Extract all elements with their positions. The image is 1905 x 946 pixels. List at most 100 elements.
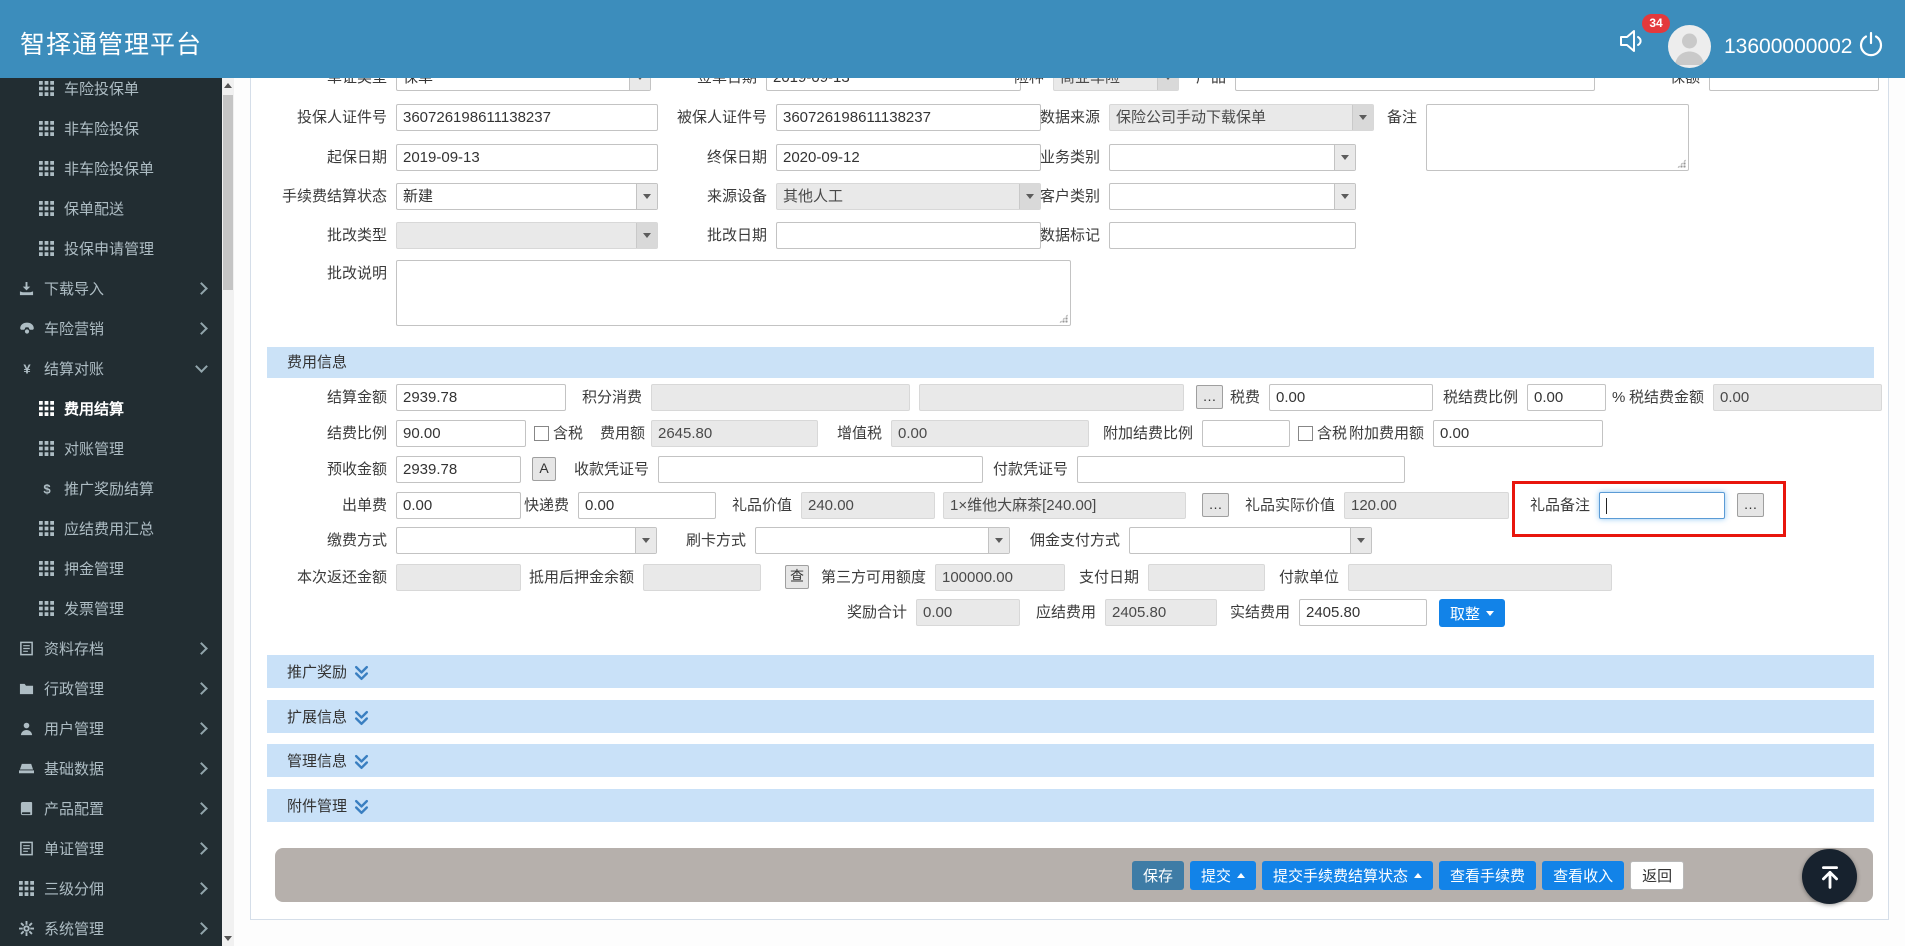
sidebar-item-4[interactable]: 投保申请管理 [0, 228, 222, 268]
chevron-right-icon [195, 722, 208, 735]
scrollbar-up-arrow[interactable] [222, 78, 234, 93]
sidebar-menu: 车险投保单 非车险投保 非车险投保单 保单配送 投保申请管理 下载导入 车险营销 ¥ 结算对账费… [0, 78, 222, 946]
sidebar-item-8[interactable]: 费用结算 [0, 388, 222, 428]
section-bar-label: 扩展信息 [287, 709, 348, 726]
chevron-right-icon [195, 842, 208, 855]
policy-form-card: 单证类型 保单 签单日期 2019-09-13 险种 商业车险 产品 保额 投保… [250, 78, 1889, 920]
sidebar-item-18[interactable]: 产品配置 [0, 788, 222, 828]
sidebar-item-3[interactable]: 保单配送 [0, 188, 222, 228]
sidebar-item-14[interactable]: 资料存档 [0, 628, 222, 668]
customer-type-label: 客户类别 [1039, 188, 1100, 205]
prepaid-amount-label: 预收金额 [326, 461, 387, 478]
action-button-label: 查看收入 [1553, 868, 1614, 885]
action-button-5[interactable]: 返回 [1630, 861, 1685, 890]
chevron-right-icon [195, 882, 208, 895]
sidebar-item-11[interactable]: 应结费用汇总 [0, 508, 222, 548]
chevron-right-icon [195, 282, 208, 295]
rounding-button[interactable]: 取整 [1439, 599, 1506, 627]
chevron-down-icon [1334, 145, 1355, 170]
notification-speaker-icon[interactable] [1616, 25, 1648, 57]
express-fee-label: 快递费 [523, 497, 569, 514]
sign-date-label: 签单日期 [557, 78, 757, 91]
sidebar: 车险投保单 非车险投保 非车险投保单 保单配送 投保申请管理 下载导入 车险营销 ¥ 结算对账费… [0, 78, 222, 946]
deposit-balance-label: 抵用后押金余额 [528, 569, 634, 586]
action-button-label: 提交手续费结算状态 [1273, 868, 1409, 885]
dollar-icon: $ [38, 481, 55, 496]
sidebar-item-0[interactable]: 车险投保单 [0, 78, 222, 108]
sidebar-item-9[interactable]: 对账管理 [0, 428, 222, 468]
payment-no-input[interactable] [1077, 456, 1405, 483]
section-bar-2[interactable]: 管理信息 [267, 744, 1874, 777]
scrollbar-down-arrow[interactable] [222, 931, 234, 946]
phone-icon [18, 320, 35, 336]
pay-date-label: 支付日期 [1078, 569, 1139, 586]
gift-note-ellipsis-button[interactable]: … [1737, 493, 1764, 517]
section-bar-3[interactable]: 附件管理 [267, 789, 1874, 822]
chevron-down-icon [1350, 528, 1371, 553]
grid-icon [38, 80, 55, 96]
customer-type-select[interactable] [1109, 183, 1356, 210]
sidebar-item-10[interactable]: $ 推广奖励结算 [0, 468, 222, 508]
sidebar-item-12[interactable]: 押金管理 [0, 548, 222, 588]
return-amount-label: 本次返还金额 [296, 569, 387, 586]
action-button-1[interactable]: 提交 [1190, 861, 1257, 890]
double-chevron-down-icon [354, 799, 369, 816]
sidebar-item-label: 系统管理 [44, 920, 105, 938]
insured-amount-input[interactable] [1709, 78, 1879, 91]
sidebar-item-19[interactable]: 单证管理 [0, 828, 222, 868]
sidebar-item-17[interactable]: 基础数据 [0, 748, 222, 788]
gift-note-input[interactable] [1599, 492, 1725, 519]
sidebar-item-1[interactable]: 非车险投保 [0, 108, 222, 148]
logout-power-icon[interactable] [1856, 30, 1886, 60]
svg-text:$: $ [43, 481, 51, 496]
pay-method-label: 缴费方式 [326, 532, 387, 549]
action-button-3[interactable]: 查看手续费 [1439, 861, 1537, 890]
sidebar-item-5[interactable]: 下载导入 [0, 268, 222, 308]
book-icon [18, 801, 35, 816]
action-button-2[interactable]: 提交手续费结算状态 [1262, 861, 1434, 890]
sidebar-item-15[interactable]: 行政管理 [0, 668, 222, 708]
section-bar-0[interactable]: 推广奖励 [267, 655, 1874, 688]
sidebar-item-16[interactable]: 用户管理 [0, 708, 222, 748]
pay-unit-input [1348, 564, 1612, 591]
back-to-top-button[interactable] [1802, 849, 1857, 904]
page-scrollbar[interactable] [222, 78, 234, 946]
action-button-4[interactable]: 查看收入 [1542, 861, 1625, 890]
remark-textarea[interactable] [1426, 104, 1689, 171]
vat-label: 增值税 [836, 425, 882, 442]
sidebar-item-2[interactable]: 非车险投保单 [0, 148, 222, 188]
action-button-label: 返回 [1642, 868, 1673, 885]
extra-fee-amount-input[interactable]: 0.00 [1433, 420, 1603, 447]
section-bar-1[interactable]: 扩展信息 [267, 700, 1874, 733]
sidebar-item-13[interactable]: 发票管理 [0, 588, 222, 628]
business-type-select[interactable] [1109, 144, 1356, 171]
end-date-label: 终保日期 [706, 149, 767, 166]
actual-fee-input[interactable]: 2405.80 [1299, 599, 1427, 626]
data-mark-input[interactable] [1109, 222, 1356, 249]
receipt-no-label: 收款凭证号 [573, 461, 649, 478]
fee-section-header: 费用信息 [267, 347, 1874, 378]
sidebar-item-label: 对账管理 [64, 440, 125, 458]
sidebar-item-20[interactable]: 三级分佣 [0, 868, 222, 908]
chevron-right-icon [195, 682, 208, 695]
third-party-quota-label: 第三方可用额度 [820, 569, 926, 586]
username[interactable]: 13600000002 [1724, 25, 1852, 68]
points-consume-input [651, 384, 910, 411]
page: 智择通管理平台 34 13600000002 车险投保单 非车险投保 非车险投保单保… [0, 0, 1905, 946]
commission-pay-method-select[interactable] [1129, 527, 1372, 554]
sidebar-item-label: 三级分佣 [44, 880, 105, 898]
sidebar-item-21[interactable]: 系统管理 [0, 908, 222, 946]
folder-icon [18, 681, 35, 696]
sidebar-item-6[interactable]: 车险营销 [0, 308, 222, 348]
endorse-note-textarea[interactable] [396, 260, 1071, 326]
action-button-0[interactable]: 保存 [1132, 861, 1185, 890]
grid-icon [18, 880, 35, 896]
scrollbar-thumb[interactable] [223, 95, 233, 290]
chevron-right-icon [195, 922, 208, 935]
sidebar-item-7[interactable]: ¥ 结算对账 [0, 348, 222, 388]
action-button-label: 保存 [1143, 868, 1174, 885]
avatar[interactable] [1668, 25, 1711, 68]
double-chevron-down-icon [354, 710, 369, 727]
header: 智择通管理平台 34 13600000002 [0, 0, 1905, 78]
insured-amount-label: 保额 [1500, 78, 1700, 91]
